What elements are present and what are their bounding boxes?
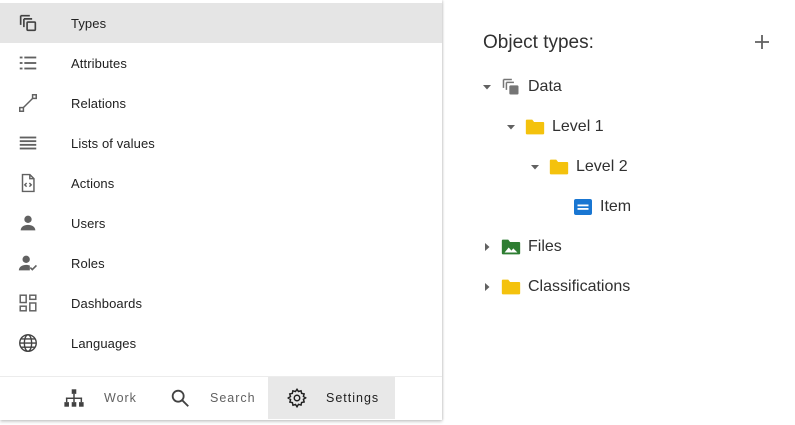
roles-user-check-icon (0, 243, 56, 283)
gear-icon (285, 386, 309, 410)
bottom-nav-work-label: Work (104, 391, 137, 405)
settings-nav-list: Types Attributes Relations Lists of valu… (0, 3, 442, 363)
bottom-navigation: Work Search Settings (0, 376, 442, 420)
search-icon (168, 386, 192, 410)
object-types-title: Object types: (483, 32, 594, 53)
tree-label-level-1: Level 1 (552, 118, 604, 135)
globe-icon (0, 323, 56, 363)
nav-item-roles[interactable]: Roles (0, 243, 442, 283)
nav-item-languages[interactable]: Languages (0, 323, 442, 363)
nav-item-types[interactable]: Types (0, 3, 442, 43)
nav-item-lists-of-values[interactable]: Lists of values (0, 123, 442, 163)
nav-item-users[interactable]: Users (0, 203, 442, 243)
nav-label-dashboards: Dashboards (71, 295, 143, 311)
nav-label-attributes: Attributes (71, 55, 127, 71)
caret-down-icon[interactable] (504, 120, 518, 134)
bottom-nav-settings[interactable]: Settings (268, 377, 395, 419)
tree-label-item: Item (600, 198, 632, 215)
nav-item-relations[interactable]: Relations (0, 83, 442, 123)
plus-icon (753, 33, 771, 56)
tree-node-level-1[interactable]: Level 1 (504, 115, 604, 139)
caret-right-icon[interactable] (480, 240, 494, 254)
caret-down-icon[interactable] (480, 80, 494, 94)
tree-label-data: Data (528, 78, 562, 95)
tree-node-level-2[interactable]: Level 2 (528, 155, 628, 179)
bottom-nav-search[interactable]: Search (168, 377, 256, 419)
image-folder-icon (500, 236, 522, 258)
nav-item-attributes[interactable]: Attributes (0, 43, 442, 83)
tree-node-data[interactable]: Data (480, 75, 562, 99)
nav-item-dashboards[interactable]: Dashboards (0, 283, 442, 323)
lists-icon (0, 123, 56, 163)
item-doc-icon (572, 196, 594, 218)
tree-node-files[interactable]: Files (480, 235, 562, 259)
sitemap-icon (62, 386, 86, 410)
nav-label-lists-of-values: Lists of values (71, 135, 155, 151)
tree-label-classifications: Classifications (528, 278, 631, 295)
object-types-panel: Object types: Data Level 1 Level 2 Item … (442, 0, 795, 425)
add-object-type-button[interactable] (750, 32, 774, 56)
dashboard-icon (0, 283, 56, 323)
bottom-nav-settings-label: Settings (326, 391, 380, 405)
folder-icon (500, 276, 522, 298)
nav-label-actions: Actions (71, 175, 115, 191)
relations-icon (0, 83, 56, 123)
tree-node-classifications[interactable]: Classifications (480, 275, 630, 299)
nav-item-actions[interactable]: Actions (0, 163, 442, 203)
caret-down-icon[interactable] (528, 160, 542, 174)
attributes-list-icon (0, 43, 56, 83)
types-icon (0, 3, 56, 43)
bottom-nav-search-label: Search (210, 391, 256, 405)
settings-sidebar: Types Attributes Relations Lists of valu… (0, 0, 442, 420)
nav-label-languages: Languages (71, 335, 137, 351)
tree-label-files: Files (528, 238, 562, 255)
tree-label-level-2: Level 2 (576, 158, 628, 175)
nav-label-users: Users (71, 215, 106, 231)
types-filled-icon (500, 76, 522, 98)
tree-node-item[interactable]: Item (552, 195, 631, 219)
folder-icon (548, 156, 570, 178)
bottom-nav-work[interactable]: Work (62, 377, 137, 419)
folder-icon (524, 116, 546, 138)
nav-label-types: Types (71, 15, 107, 31)
caret-placeholder (552, 200, 566, 214)
user-icon (0, 203, 56, 243)
nav-label-roles: Roles (71, 255, 105, 271)
nav-label-relations: Relations (71, 95, 127, 111)
actions-file-code-icon (0, 163, 56, 203)
caret-right-icon[interactable] (480, 280, 494, 294)
